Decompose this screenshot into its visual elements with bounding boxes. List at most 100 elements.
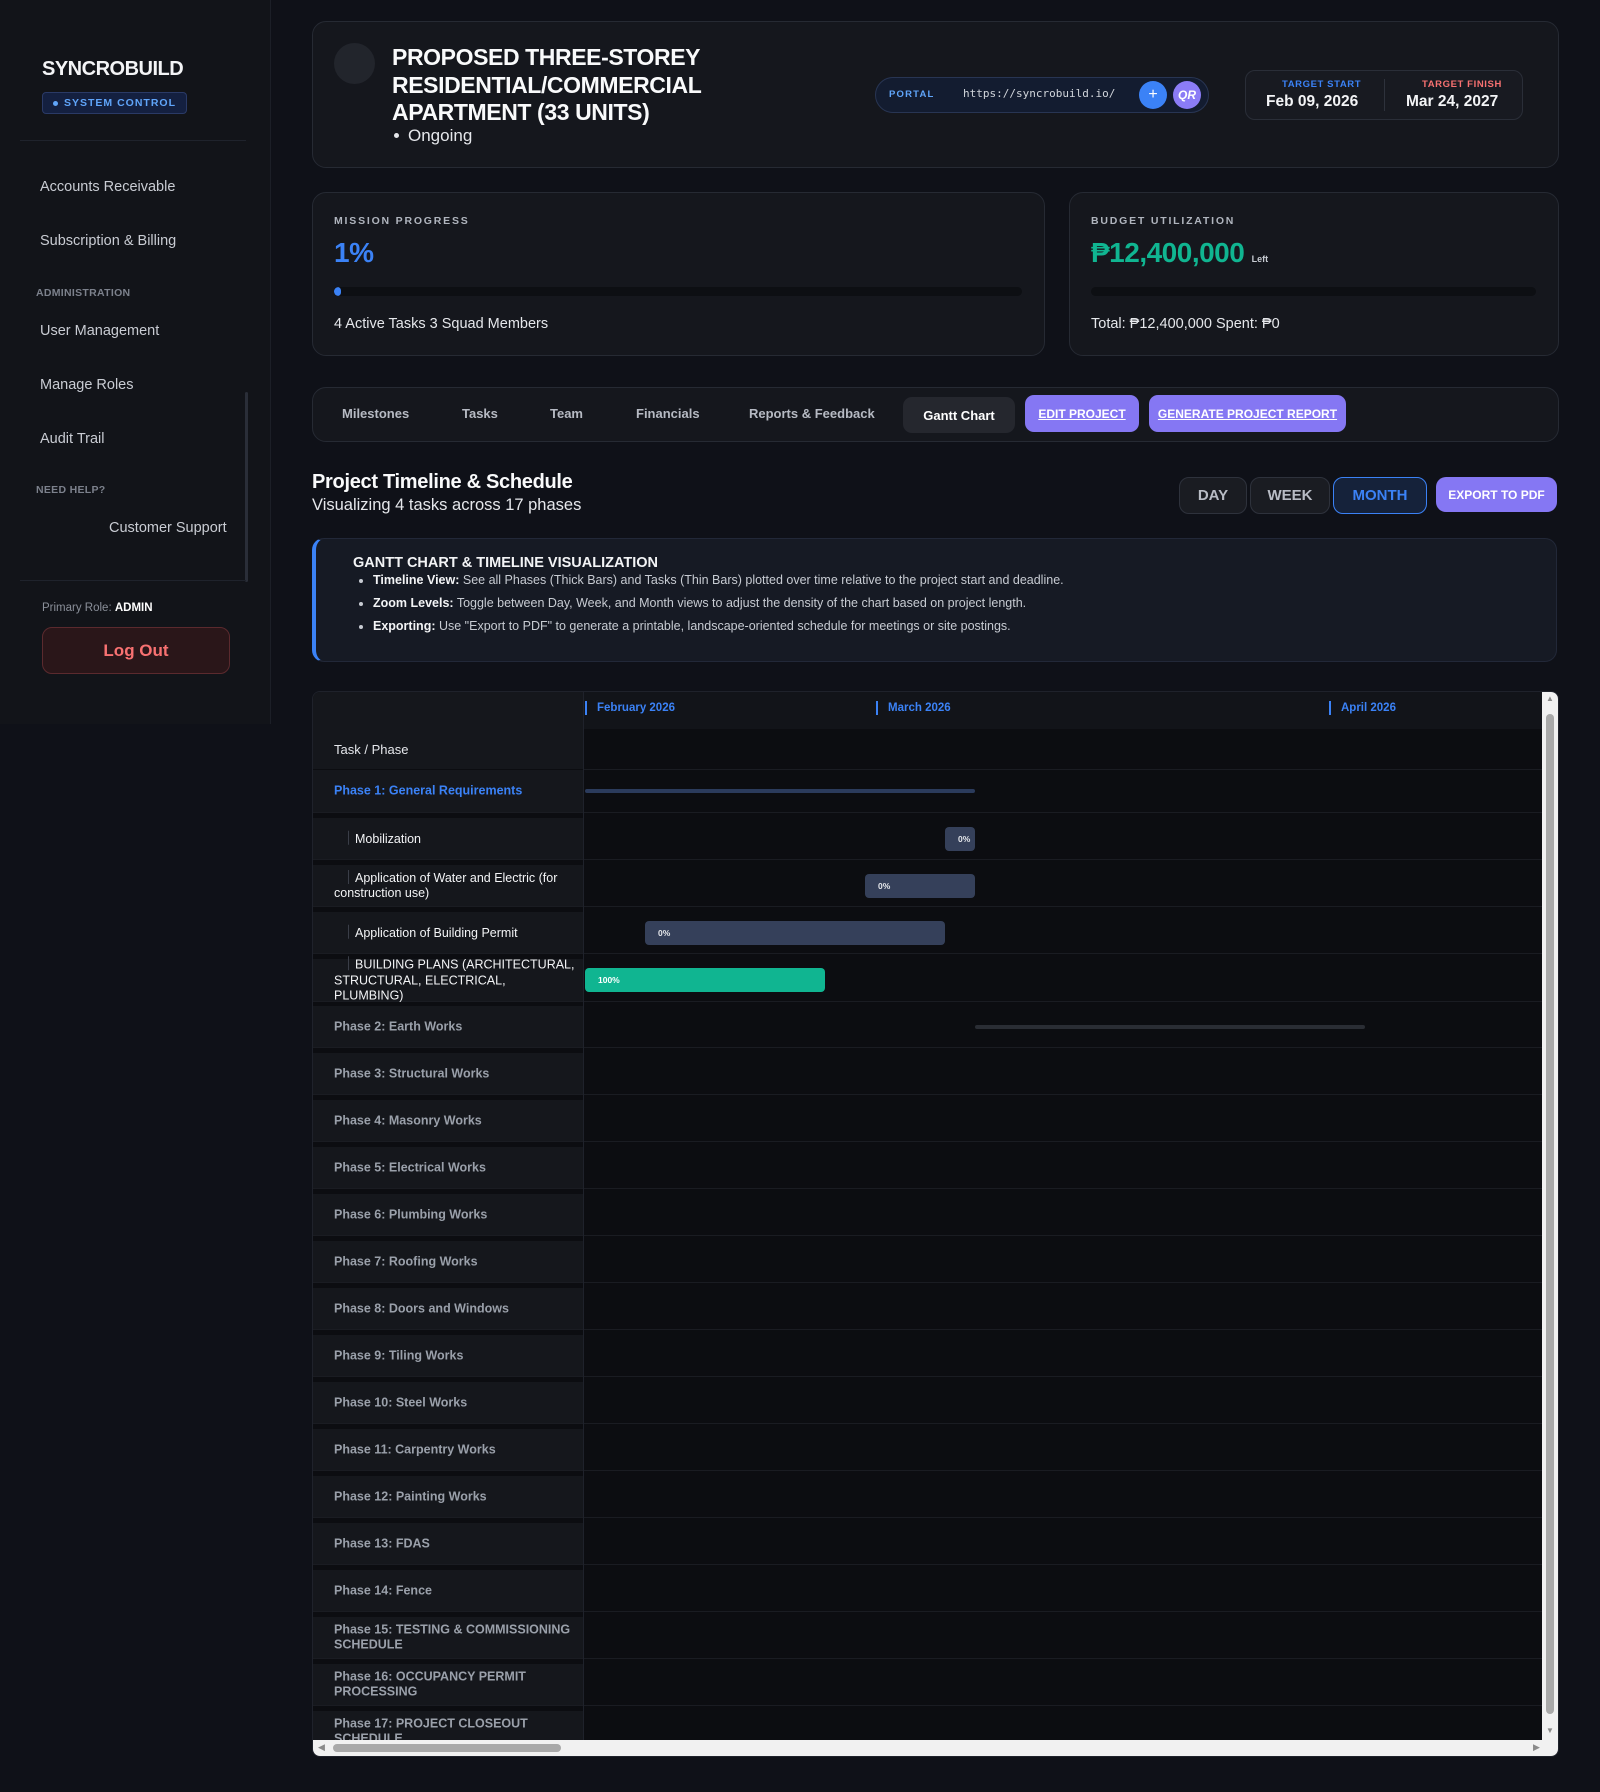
phase-name: Phase 3: Structural Works: [334, 1066, 575, 1082]
gantt-phase-row: Phase 12: Painting Works: [313, 1476, 1542, 1518]
badge-label: SYSTEM CONTROL: [64, 97, 177, 109]
task-indent-line: [348, 830, 349, 845]
scroll-right-icon[interactable]: ▶: [1533, 1742, 1540, 1753]
info-item: Exporting: Use "Export to PDF" to genera…: [373, 615, 1064, 638]
task-name: BUILDING PLANS (ARCHITECTURAL, STRUCTURA…: [334, 956, 575, 1004]
tab-tasks[interactable]: Tasks: [462, 406, 498, 421]
scroll-thumb[interactable]: [1546, 714, 1554, 1714]
qr-code-button[interactable]: QR: [1173, 81, 1201, 109]
gantt-info-panel: GANTT CHART & TIMELINE VISUALIZATION Tim…: [312, 538, 1557, 662]
sidebar-item-user-management[interactable]: User Management: [40, 323, 159, 339]
tab-milestones[interactable]: Milestones: [342, 406, 409, 421]
task-bar[interactable]: 100%: [585, 968, 825, 992]
progress-subtext: 4 Active Tasks 3 Squad Members: [334, 316, 549, 332]
budget-value: ₱12,400,000 Left: [1091, 237, 1268, 269]
gantt-row-label-cell: BUILDING PLANS (ARCHITECTURAL, STRUCTURA…: [313, 956, 583, 1004]
gantt-row-label-cell: Phase 5: Electrical Works: [313, 1147, 583, 1188]
sidebar-item-manage-roles[interactable]: Manage Roles: [40, 377, 134, 393]
status-bullet-icon: [394, 133, 399, 138]
month-label: February 2026: [585, 701, 675, 715]
project-title: PROPOSED THREE-STOREY RESIDENTIAL/COMMER…: [392, 44, 701, 125]
row-label-text: Phase 9: Tiling Works: [334, 1347, 464, 1362]
sidebar-section-administration: ADMINISTRATION: [36, 287, 131, 299]
info-item-text: See all Phases (Thick Bars) and Tasks (T…: [459, 573, 1064, 587]
row-label-text: Phase 6: Plumbing Works: [334, 1206, 488, 1221]
task-bar[interactable]: 0%: [865, 873, 975, 898]
tab-team[interactable]: Team: [550, 406, 583, 421]
gantt-phase-row: Phase 3: Structural Works: [313, 1053, 1542, 1095]
phase-name: Phase 7: Roofing Works: [334, 1254, 575, 1270]
sidebar-scrollbar[interactable]: [245, 392, 248, 582]
gantt-row-label-cell: Phase 3: Structural Works: [313, 1053, 583, 1094]
phase-name: Phase 6: Plumbing Works: [334, 1207, 575, 1223]
gantt-horizontal-scrollbar[interactable]: ◀ ▶: [313, 1740, 1558, 1756]
gantt-phase-row: Phase 9: Tiling Works: [313, 1335, 1542, 1377]
scroll-left-icon[interactable]: ◀: [318, 1742, 325, 1753]
task-name: Mobilization: [334, 830, 575, 847]
gantt-row-label-cell: Phase 4: Masonry Works: [313, 1100, 583, 1141]
gantt-phase-row: Phase 7: Roofing Works: [313, 1241, 1542, 1283]
generate-report-button[interactable]: GENERATE PROJECT REPORT: [1149, 395, 1346, 432]
sidebar-item-audit-trail[interactable]: Audit Trail: [40, 431, 104, 447]
scroll-up-icon[interactable]: ▲: [1545, 694, 1555, 703]
dates-divider: [1384, 79, 1385, 111]
sidebar-item-accounts-receivable[interactable]: Accounts Receivable: [40, 179, 175, 195]
row-label-text: Phase 16: OCCUPANCY PERMIT PROCESSING: [334, 1669, 526, 1699]
portal-url[interactable]: https://syncrobuild.io/: [963, 87, 1115, 100]
gantt-row-label-cell: Phase 13: FDAS: [313, 1523, 583, 1564]
zoom-day-button[interactable]: DAY: [1179, 477, 1247, 514]
progress-value: 1%: [334, 237, 374, 268]
month-label: April 2026: [1329, 701, 1396, 715]
phase-name: Phase 4: Masonry Works: [334, 1113, 575, 1129]
logout-button[interactable]: Log Out: [42, 627, 230, 674]
gantt-vertical-scrollbar[interactable]: ▲ ▼: [1542, 692, 1558, 1740]
task-indent-line: [348, 924, 349, 939]
phase-name: Phase 8: Doors and Windows: [334, 1301, 575, 1317]
gantt-row-label-cell: Phase 2: Earth Works: [313, 1006, 583, 1047]
gantt-phase-row: Phase 1: General Requirements: [313, 770, 1542, 813]
export-pdf-button[interactable]: EXPORT TO PDF: [1436, 477, 1557, 512]
task-bar[interactable]: 0%: [645, 920, 945, 945]
tab-gantt-chart[interactable]: Gantt Chart: [903, 397, 1015, 433]
primary-role: Primary Role: ADMIN: [42, 602, 153, 614]
sidebar-section-need-help: NEED HELP?: [36, 484, 106, 496]
row-label-text: Phase 14: Fence: [334, 1582, 432, 1597]
project-tabs: Milestones Tasks Team Financials Reports…: [312, 387, 1559, 442]
scroll-thumb[interactable]: [333, 1744, 561, 1752]
gantt-phase-row: Phase 8: Doors and Windows: [313, 1288, 1542, 1330]
add-icon[interactable]: +: [1139, 81, 1167, 109]
gantt-divider: [583, 692, 584, 1756]
zoom-week-button[interactable]: WEEK: [1250, 477, 1330, 514]
task-bar[interactable]: 0%: [945, 826, 975, 851]
budget-label: BUDGET UTILIZATION: [1091, 215, 1236, 227]
row-label-text: Phase 7: Roofing Works: [334, 1253, 478, 1268]
phase-bar[interactable]: [975, 1024, 1365, 1029]
project-status: Ongoing: [394, 126, 472, 146]
zoom-month-button[interactable]: MONTH: [1333, 477, 1427, 514]
gantt-task-row: Mobilization 0%: [313, 818, 1542, 860]
phase-name: Phase 12: Painting Works: [334, 1489, 575, 1505]
tab-reports-feedback[interactable]: Reports & Feedback: [749, 406, 875, 421]
project-avatar: [334, 43, 375, 84]
budget-subtext: Total: ₱12,400,000 Spent: ₱0: [1091, 316, 1280, 332]
gantt-header-spacer: [313, 692, 583, 729]
gantt-phase-row: Phase 16: OCCUPANCY PERMIT PROCESSING: [313, 1664, 1542, 1706]
gantt-task-row: Application of Building Permit 0%: [313, 912, 1542, 954]
phase-bar[interactable]: [585, 789, 975, 793]
gantt-phase-row: Phase 15: TESTING & COMMISSIONING SCHEDU…: [313, 1617, 1542, 1659]
tab-financials[interactable]: Financials: [636, 406, 700, 421]
brand-logo: SYNCROBUILD: [42, 58, 184, 80]
scroll-down-icon[interactable]: ▼: [1545, 1726, 1555, 1735]
info-item-label: Timeline View:: [373, 573, 460, 587]
task-name: Application of Water and Electric (for c…: [334, 869, 575, 902]
edit-project-button[interactable]: EDIT PROJECT: [1025, 395, 1139, 432]
phase-name: Phase 16: OCCUPANCY PERMIT PROCESSING: [334, 1669, 575, 1700]
row-label-text: Mobilization: [355, 831, 422, 846]
gantt-row-label-cell: Phase 10: Steel Works: [313, 1382, 583, 1423]
month-label: March 2026: [876, 701, 951, 715]
timeline-subtitle: Visualizing 4 tasks across 17 phases: [312, 496, 582, 514]
row-label-text: Application of Building Permit: [355, 925, 518, 940]
phase-name: Phase 11: Carpentry Works: [334, 1442, 575, 1458]
sidebar-item-customer-support[interactable]: Customer Support: [109, 520, 227, 536]
sidebar-item-subscription-billing[interactable]: Subscription & Billing: [40, 233, 176, 249]
